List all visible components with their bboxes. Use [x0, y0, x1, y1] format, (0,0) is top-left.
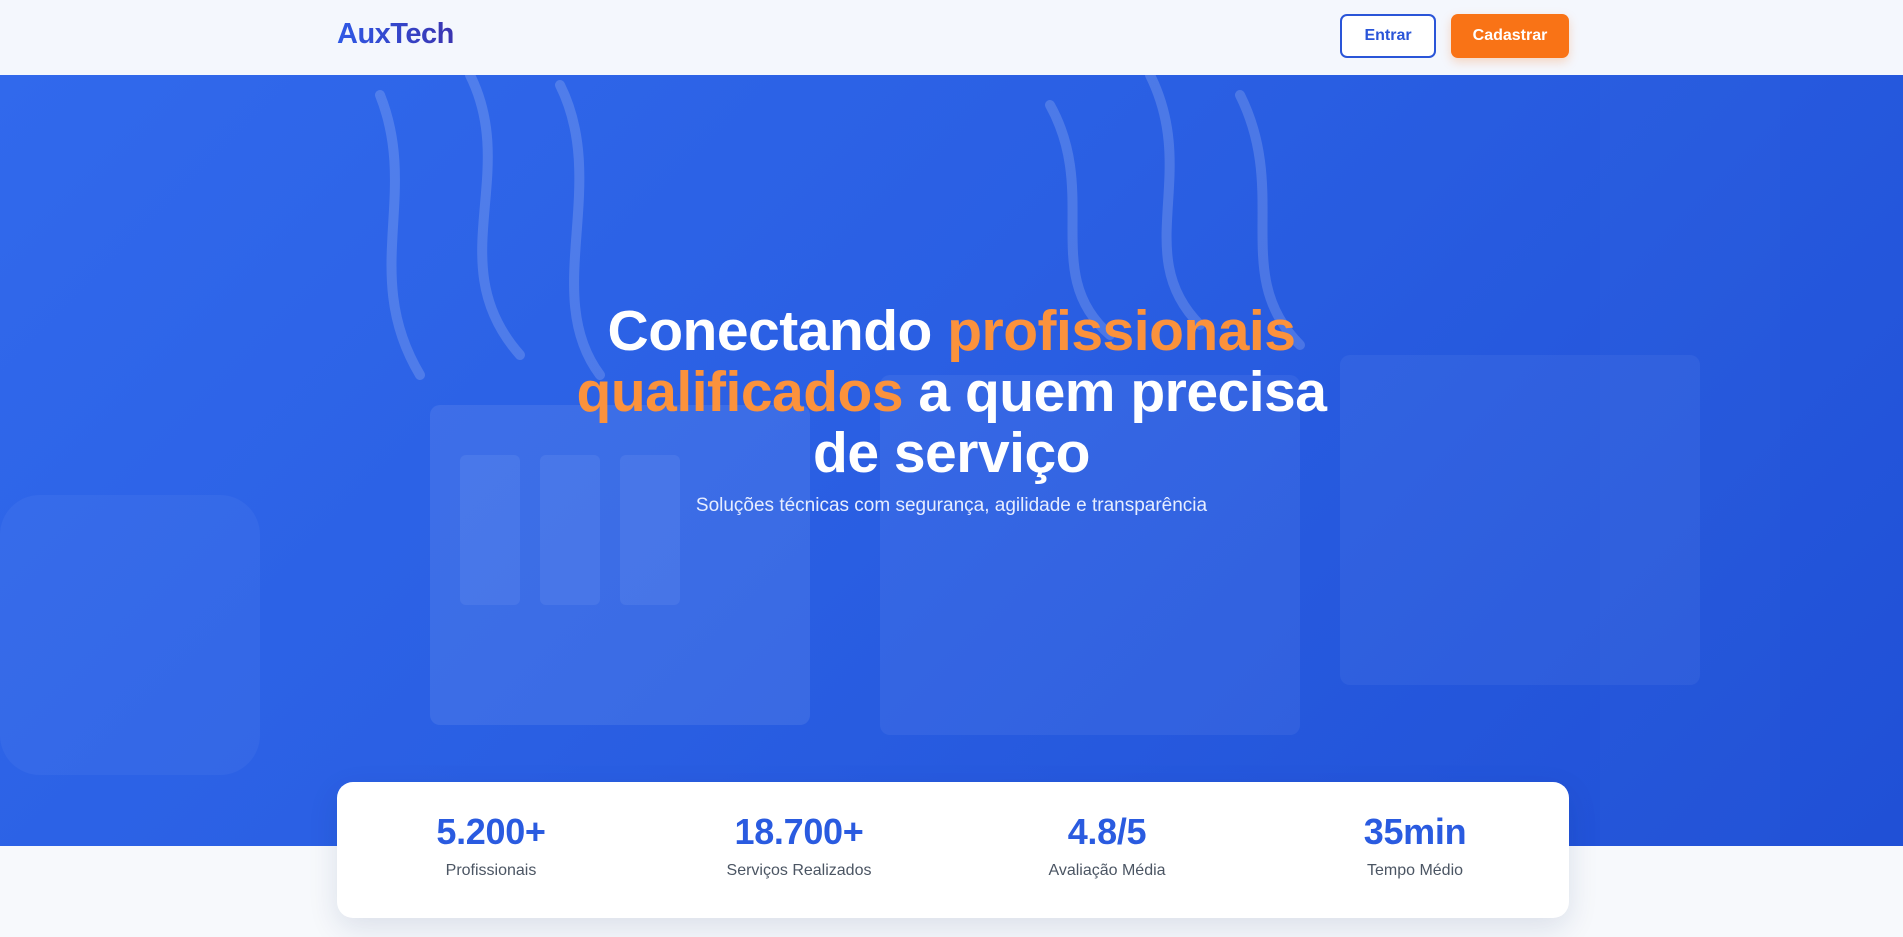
stat-average-time: 35min Tempo Médio: [1261, 782, 1569, 918]
hero-title-line-2: qualificados a quem precisa: [576, 360, 1327, 425]
hero-subtitle: Soluções técnicas com segurança, agilida…: [695, 495, 1208, 516]
brand-logo[interactable]: AuxTech: [337, 18, 454, 51]
signup-button[interactable]: Cadastrar: [1451, 14, 1569, 58]
stat-professionals: 5.200+ Profissionais: [337, 782, 645, 918]
hero-title: Conectando profissionais qualificados a …: [0, 301, 1903, 484]
stat-label: Avaliação Média: [1048, 862, 1166, 879]
stat-value: 5.200+: [436, 811, 546, 852]
stat-value: 18.700+: [734, 811, 864, 852]
stat-label: Serviços Realizados: [726, 862, 872, 879]
hero-section: Conectando profissionais qualificados a …: [0, 75, 1903, 846]
stat-label: Tempo Médio: [1366, 862, 1464, 879]
stat-label: Profissionais: [445, 862, 537, 879]
login-button[interactable]: Entrar: [1340, 14, 1436, 58]
stat-rating: 4.8/5 Avaliação Média: [953, 782, 1261, 918]
hero-title-line-1: Conectando profissionais: [607, 299, 1296, 364]
hero-title-line-3: de serviço: [813, 421, 1091, 486]
top-navbar: AuxTech Entrar Cadastrar: [0, 0, 1903, 75]
stat-services: 18.700+ Serviços Realizados: [645, 782, 953, 918]
stats-card: 5.200+ Profissionais 18.700+ Serviços Re…: [337, 782, 1569, 918]
hero-title-accent: qualificados: [576, 360, 904, 425]
stat-value: 35min: [1363, 811, 1467, 852]
hero-title-accent: profissionais: [947, 299, 1296, 364]
stat-value: 4.8/5: [1067, 811, 1147, 852]
